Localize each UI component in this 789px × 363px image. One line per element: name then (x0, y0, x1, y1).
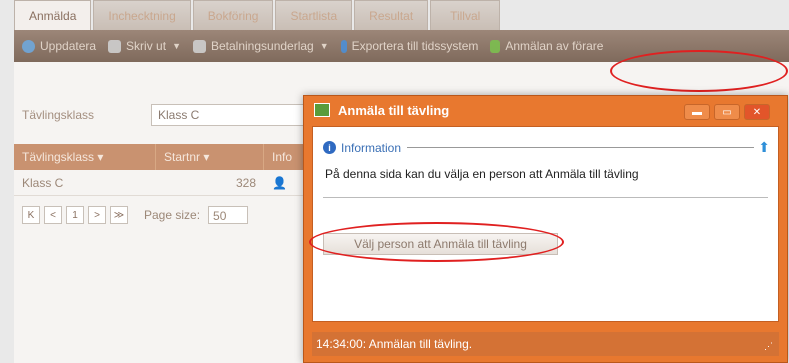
payment-icon (192, 39, 206, 53)
next-page-button[interactable]: > (88, 206, 106, 224)
print-label: Skriv ut (126, 39, 167, 53)
cell-klass: Klass C (22, 175, 64, 190)
print-button[interactable]: Skriv ut ▼ (108, 39, 181, 53)
export-label: Exportera till tidssystem (351, 39, 479, 53)
refresh-button[interactable]: Uppdatera (22, 39, 96, 53)
refresh-label: Uppdatera (40, 39, 97, 53)
tab-bar: Anmälda Inchecktning Bokföring Startlist… (14, 0, 502, 30)
chevron-down-icon: ▼ (172, 41, 181, 51)
pencil-icon (490, 39, 501, 53)
tab-bokforing[interactable]: Bokföring (192, 0, 274, 30)
refresh-icon (22, 39, 35, 53)
page-size-label: Page size: (144, 208, 201, 222)
info-icon: i (323, 141, 336, 154)
tab-anmalda[interactable]: Anmälda (14, 0, 92, 30)
tab-resultat[interactable]: Resultat (354, 0, 429, 30)
status-bar: 14:34:00: Anmälan till tävling. ⋰ (312, 332, 779, 356)
close-button[interactable]: ✕ (744, 104, 770, 120)
export-button[interactable]: Exportera till tidssystem (340, 39, 479, 53)
page-number[interactable]: 1 (66, 206, 84, 224)
pager: K < 1 > ≫ Page size: 50 (22, 206, 249, 224)
payment-button[interactable]: Betalningsunderlag ▼ (192, 39, 329, 53)
info-header: i Information ⬆ (323, 139, 770, 156)
filter-label: Tävlingsklass (22, 108, 95, 122)
dialog-title: Anmäla till tävling (338, 102, 450, 118)
table-row[interactable]: Klass C 328 👤 (14, 170, 314, 196)
cell-startnr: 328 (235, 175, 256, 190)
grid-header: Tävlingsklass ▾ Startnr ▾ Info (14, 144, 314, 170)
separator (323, 197, 768, 198)
info-text: På denna sida kan du välja en person att… (325, 167, 639, 181)
app-window: Anmälda Inchecktning Bokföring Startlist… (0, 0, 789, 363)
resize-grip-icon[interactable]: ⋰ (764, 341, 773, 352)
page-size-select[interactable]: 50 (208, 206, 249, 224)
tab-startlista[interactable]: Startlista (275, 0, 353, 30)
register-button[interactable]: Anmälan av förare (490, 39, 603, 53)
payment-label: Betalningsunderlag (210, 39, 314, 53)
annotation-circle-button (309, 222, 564, 262)
chevron-down-icon: ▼ (319, 41, 329, 51)
window-icon (314, 103, 330, 117)
tab-tillval[interactable]: Tillval (430, 0, 501, 30)
annotation-circle-toolbar (610, 50, 788, 92)
minimize-button[interactable]: ▬ (684, 104, 710, 120)
column-header-startnr[interactable]: Startnr ▾ (156, 144, 264, 170)
prev-page-button[interactable]: < (44, 206, 62, 224)
arrow-up-icon[interactable]: ⬆ (758, 139, 770, 156)
info-label: Information (341, 140, 402, 155)
export-icon (340, 39, 347, 53)
print-icon (108, 39, 122, 53)
column-header-klass[interactable]: Tävlingsklass ▾ (14, 144, 156, 170)
register-label: Anmälan av förare (505, 39, 604, 53)
maximize-button[interactable]: ▭ (714, 104, 740, 120)
first-page-button[interactable]: K (22, 206, 40, 224)
divider (407, 147, 755, 148)
tab-incheckning[interactable]: Inchecktning (93, 0, 191, 30)
status-text: 14:34:00: Anmälan till tävling. (316, 337, 473, 351)
last-page-button[interactable]: ≫ (110, 206, 128, 224)
